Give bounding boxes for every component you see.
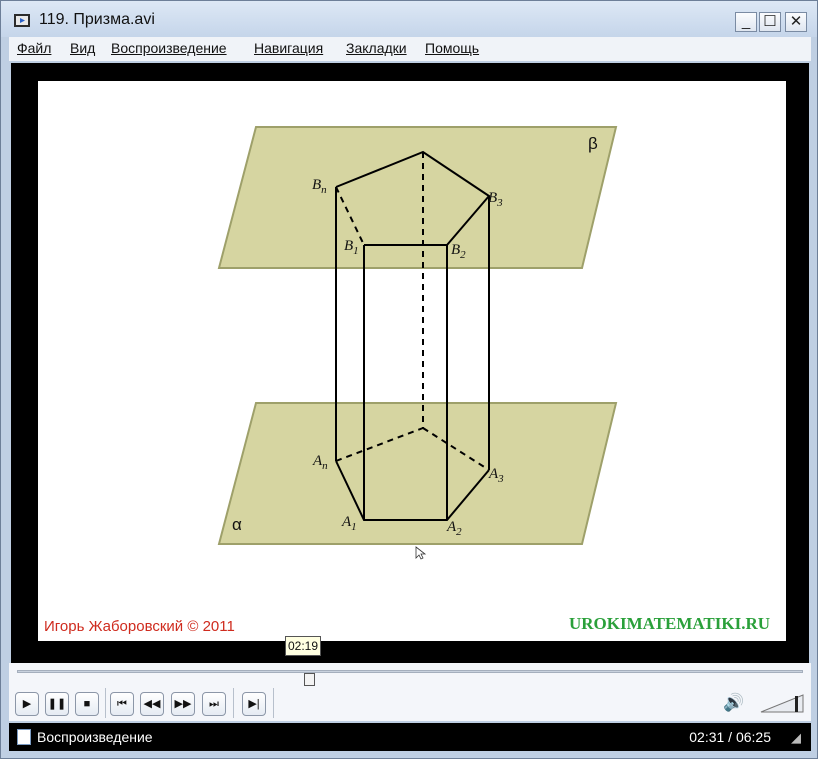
menu-bookmarks[interactable]: Закладки	[346, 40, 407, 56]
mouse-cursor-icon	[415, 546, 427, 560]
fast-forward-button[interactable]: ▶▶	[171, 692, 195, 716]
next-button[interactable]: ⏭	[202, 692, 226, 716]
status-bar: Воспроизведение 02:31 / 06:25 ◢	[9, 723, 811, 751]
player-window: 119. Призма.avi _ ☐ ✕ Файл Вид Воспроизв…	[0, 0, 818, 759]
menu-bar: Файл Вид Воспроизведение Навигация Закла…	[9, 37, 811, 61]
playback-state: Воспроизведение	[37, 729, 153, 745]
label-beta: β	[588, 134, 598, 153]
control-panel: ▶ ❚❚ ■ ⏮ ◀◀ ▶▶ ⏭ ▶| 🔊	[9, 663, 811, 721]
separator	[233, 688, 234, 718]
frame-step-button[interactable]: ▶|	[242, 692, 266, 716]
author-credit: Игорь Жаборовский © 2011	[44, 618, 235, 635]
minimize-button[interactable]: _	[735, 12, 757, 32]
time-display: 02:31 / 06:25	[689, 729, 771, 745]
media-player-icon	[14, 14, 30, 27]
site-watermark: UROKIMATEMATIKI.RU	[568, 614, 770, 633]
stop-button[interactable]: ■	[75, 692, 99, 716]
volume-slider[interactable]	[759, 693, 805, 713]
menu-playback[interactable]: Воспроизведение	[111, 40, 227, 56]
title-bar: 119. Призма.avi _ ☐ ✕	[1, 1, 817, 37]
prism-diagram: Bn B1 B2 B3 An A1 A2 A3 β α	[217, 126, 618, 560]
close-button[interactable]: ✕	[785, 12, 807, 32]
menu-file[interactable]: Файл	[17, 40, 51, 56]
volume-handle	[795, 696, 798, 712]
previous-button[interactable]: ⏮	[110, 692, 134, 716]
video-frame: Bn B1 B2 B3 An A1 A2 A3 β α Игорь Жаборо…	[38, 81, 786, 641]
menu-navigation[interactable]: Навигация	[254, 40, 323, 56]
rewind-button[interactable]: ◀◀	[140, 692, 164, 716]
seek-tooltip: 02:19	[285, 636, 321, 656]
seek-bar[interactable]	[17, 670, 803, 686]
menu-help[interactable]: Помощь	[425, 40, 479, 56]
separator	[105, 688, 106, 718]
label-alpha: α	[232, 515, 242, 534]
menu-view[interactable]: Вид	[70, 40, 95, 56]
pause-button[interactable]: ❚❚	[45, 692, 69, 716]
resize-grip-icon[interactable]: ◢	[791, 730, 801, 746]
speaker-icon[interactable]: 🔊	[723, 693, 744, 713]
seek-handle[interactable]	[304, 673, 315, 686]
plane-alpha	[217, 402, 618, 545]
play-button[interactable]: ▶	[15, 692, 39, 716]
window-title: 119. Призма.avi	[39, 11, 155, 28]
playback-status-icon	[17, 729, 31, 745]
separator	[273, 688, 274, 718]
plane-beta	[217, 126, 618, 269]
maximize-button[interactable]: ☐	[759, 12, 781, 32]
